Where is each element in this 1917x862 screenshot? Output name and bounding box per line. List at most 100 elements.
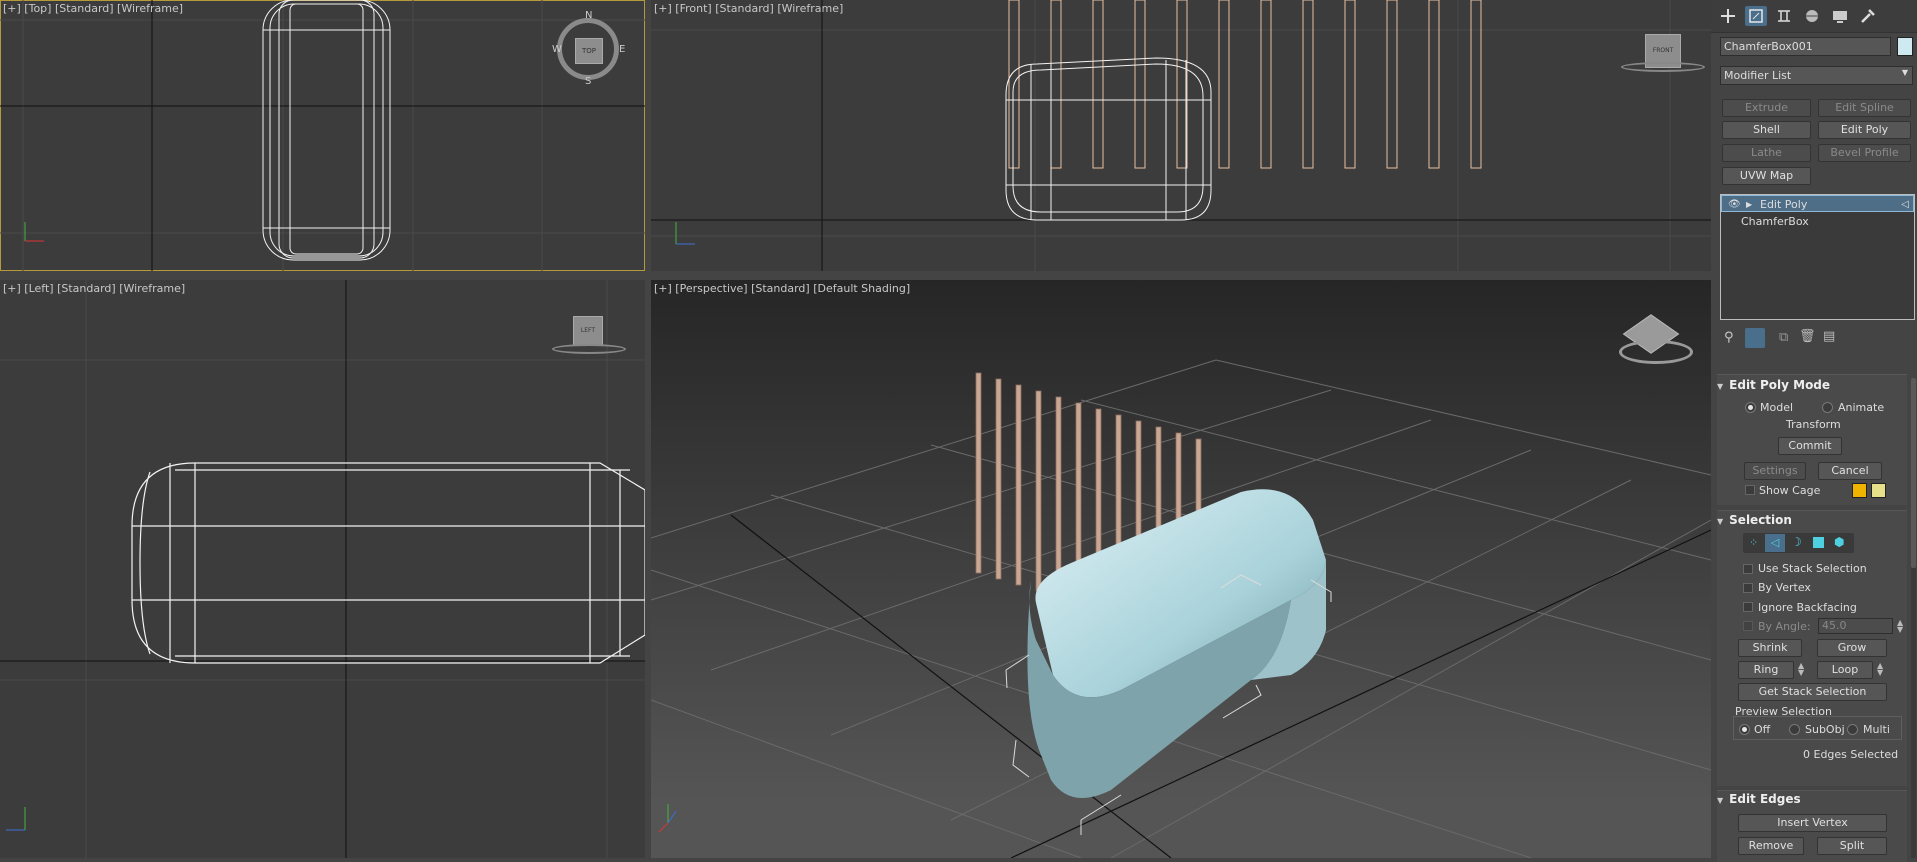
bevel-profile-button[interactable]: Bevel Profile xyxy=(1818,144,1911,162)
viewport-label-front[interactable]: [+] [Front] [Standard] [Wireframe] xyxy=(654,2,843,15)
top-wireframe xyxy=(0,0,645,271)
viewcube-top-face[interactable]: TOP xyxy=(575,38,603,64)
grow-button[interactable]: Grow xyxy=(1817,639,1887,657)
perspective-scene xyxy=(651,359,1711,858)
edit-edges-header[interactable]: ▼ Edit Edges xyxy=(1717,792,1801,810)
modify-tab-icon[interactable] xyxy=(1745,6,1767,26)
loop-button[interactable]: Loop xyxy=(1817,661,1873,679)
stack-item-chamferbox[interactable]: ChamferBox xyxy=(1721,213,1914,230)
preview-multi-label: Multi xyxy=(1863,723,1890,736)
display-tab-icon[interactable] xyxy=(1829,6,1851,26)
settings-button[interactable]: Settings xyxy=(1744,462,1806,480)
modifier-stack[interactable]: 👁 ▶ Edit Poly ◁ ChamferBox xyxy=(1720,194,1915,320)
viewport-label-top[interactable]: [+] [Top] [Standard] [Wireframe] xyxy=(3,2,183,15)
front-wireframe xyxy=(651,0,1711,271)
cancel-button[interactable]: Cancel xyxy=(1818,462,1882,480)
viewcube-compass[interactable]: TOP N S E W xyxy=(552,10,627,88)
command-panel: ChamferBox001 Modifier List ▼ Extrude Ed… xyxy=(1711,0,1917,862)
selection-header[interactable]: ▼ Selection xyxy=(1717,513,1792,531)
motion-tab-icon[interactable] xyxy=(1801,6,1823,26)
rollout-title: Edit Poly Mode xyxy=(1729,378,1831,392)
pin-stack-icon[interactable]: ⚲ xyxy=(1724,330,1734,345)
viewport-perspective[interactable]: [+] [Perspective] [Standard] [Default Sh… xyxy=(651,280,1711,858)
ring-button[interactable]: Ring xyxy=(1738,661,1794,679)
stack-item-label: ChamferBox xyxy=(1741,215,1809,228)
use-stack-selection-checkbox[interactable] xyxy=(1743,564,1753,574)
angle-spinner[interactable]: ▲ ▼ xyxy=(1897,619,1903,634)
ignore-backfacing-checkbox[interactable] xyxy=(1743,602,1753,612)
viewcube-left[interactable]: LEFT xyxy=(573,316,603,346)
viewport-top[interactable]: [+] [Top] [Standard] [Wireframe] TOP N S… xyxy=(0,0,645,271)
object-name-field[interactable]: ChamferBox001 xyxy=(1720,37,1891,56)
edit-poly-button[interactable]: Edit Poly xyxy=(1818,121,1911,139)
insert-vertex-button[interactable]: Insert Vertex xyxy=(1738,814,1887,832)
get-stack-selection-button[interactable]: Get Stack Selection xyxy=(1738,683,1887,701)
cage-selected-color-swatch[interactable] xyxy=(1871,483,1886,498)
viewport-label-perspective[interactable]: [+] [Perspective] [Standard] [Default Sh… xyxy=(654,282,910,295)
split-button[interactable]: Split xyxy=(1817,837,1887,855)
viewcube-left-ring xyxy=(552,344,626,354)
compass-e: E xyxy=(619,44,626,55)
edit-spline-button[interactable]: Edit Spline xyxy=(1818,99,1911,117)
edge-icon[interactable]: ◁ xyxy=(1765,534,1785,552)
front-box xyxy=(1005,57,1212,221)
shell-button[interactable]: Shell xyxy=(1722,121,1811,139)
vertex-icon[interactable]: ⁘ xyxy=(1749,536,1758,549)
commit-button[interactable]: Commit xyxy=(1778,437,1842,455)
viewcube-front-ring xyxy=(1621,62,1705,72)
preview-multi-radio[interactable] xyxy=(1847,724,1858,735)
lathe-button[interactable]: Lathe xyxy=(1722,144,1811,162)
preview-off-radio[interactable] xyxy=(1739,724,1750,735)
element-icon[interactable]: ⬢ xyxy=(1834,535,1844,549)
polygon-icon[interactable] xyxy=(1813,537,1824,548)
make-unique-icon[interactable]: ⧉ xyxy=(1779,330,1788,345)
front-slats xyxy=(1008,0,1482,169)
animate-radio[interactable] xyxy=(1822,402,1833,413)
animate-label: Animate xyxy=(1838,401,1885,414)
preview-off-label: Off xyxy=(1754,723,1771,736)
compass-s: S xyxy=(585,76,592,87)
transform-label: Transform xyxy=(1786,418,1841,431)
show-cage-checkbox[interactable] xyxy=(1745,485,1755,495)
modifier-list-dropdown[interactable]: Modifier List ▼ xyxy=(1720,66,1913,85)
stack-item-edit-poly[interactable]: 👁 ▶ Edit Poly ◁ xyxy=(1721,195,1914,212)
configure-sets-icon[interactable]: ▤ xyxy=(1823,329,1835,344)
stack-item-label: Edit Poly xyxy=(1760,198,1808,211)
preview-subobj-radio[interactable] xyxy=(1789,724,1800,735)
remove-button[interactable]: Remove xyxy=(1738,837,1804,855)
remove-modifier-icon[interactable]: 🗑 xyxy=(1799,329,1816,344)
border-icon[interactable]: ☽ xyxy=(1791,535,1802,549)
preview-subobj-label: SubObj xyxy=(1805,723,1845,736)
edit-poly-mode-header[interactable]: ▼ Edit Poly Mode xyxy=(1717,378,1830,396)
left-wireframe xyxy=(0,280,645,858)
create-tab-icon[interactable] xyxy=(1717,6,1739,26)
viewport-front[interactable]: [+] [Front] [Standard] [Wireframe] FRONT xyxy=(651,0,1711,271)
by-vertex-checkbox[interactable] xyxy=(1743,583,1753,593)
loop-spinner[interactable]: ▲ ▼ xyxy=(1877,662,1883,677)
rollout-title: Edit Edges xyxy=(1729,792,1801,806)
utilities-tab-icon[interactable] xyxy=(1857,6,1879,26)
uvw-map-button[interactable]: UVW Map xyxy=(1722,167,1811,185)
left-box xyxy=(131,462,645,664)
subobject-toolbar: ⁘ ◁ ☽ ⬢ xyxy=(1743,533,1854,553)
viewport-label-left[interactable]: [+] [Left] [Standard] [Wireframe] xyxy=(3,282,185,295)
viewport-left[interactable]: [+] [Left] [Standard] [Wireframe] LEFT xyxy=(0,280,645,858)
panel-scrollbar[interactable] xyxy=(1911,378,1916,858)
expand-triangle-icon[interactable]: ▶ xyxy=(1746,196,1752,213)
show-end-result-icon[interactable] xyxy=(1745,328,1765,348)
extrude-button[interactable]: Extrude xyxy=(1722,99,1811,117)
hierarchy-tab-icon[interactable] xyxy=(1773,6,1795,26)
selection-status-text: 0 Edges Selected xyxy=(1803,748,1899,761)
compass-w: W xyxy=(552,44,562,55)
pin-arrow-icon: ◁ xyxy=(1901,199,1909,210)
ring-spinner[interactable]: ▲ ▼ xyxy=(1798,662,1804,677)
by-vertex-label: By Vertex xyxy=(1758,581,1811,594)
by-angle-input[interactable]: 45.0 xyxy=(1818,618,1893,634)
eye-icon[interactable]: 👁 xyxy=(1728,196,1741,213)
shrink-button[interactable]: Shrink xyxy=(1738,639,1802,657)
object-color-swatch[interactable] xyxy=(1897,37,1913,56)
cage-color-swatch[interactable] xyxy=(1852,483,1867,498)
scrollbar-thumb[interactable] xyxy=(1911,378,1916,568)
by-angle-checkbox[interactable] xyxy=(1743,621,1753,631)
model-radio[interactable] xyxy=(1745,402,1756,413)
